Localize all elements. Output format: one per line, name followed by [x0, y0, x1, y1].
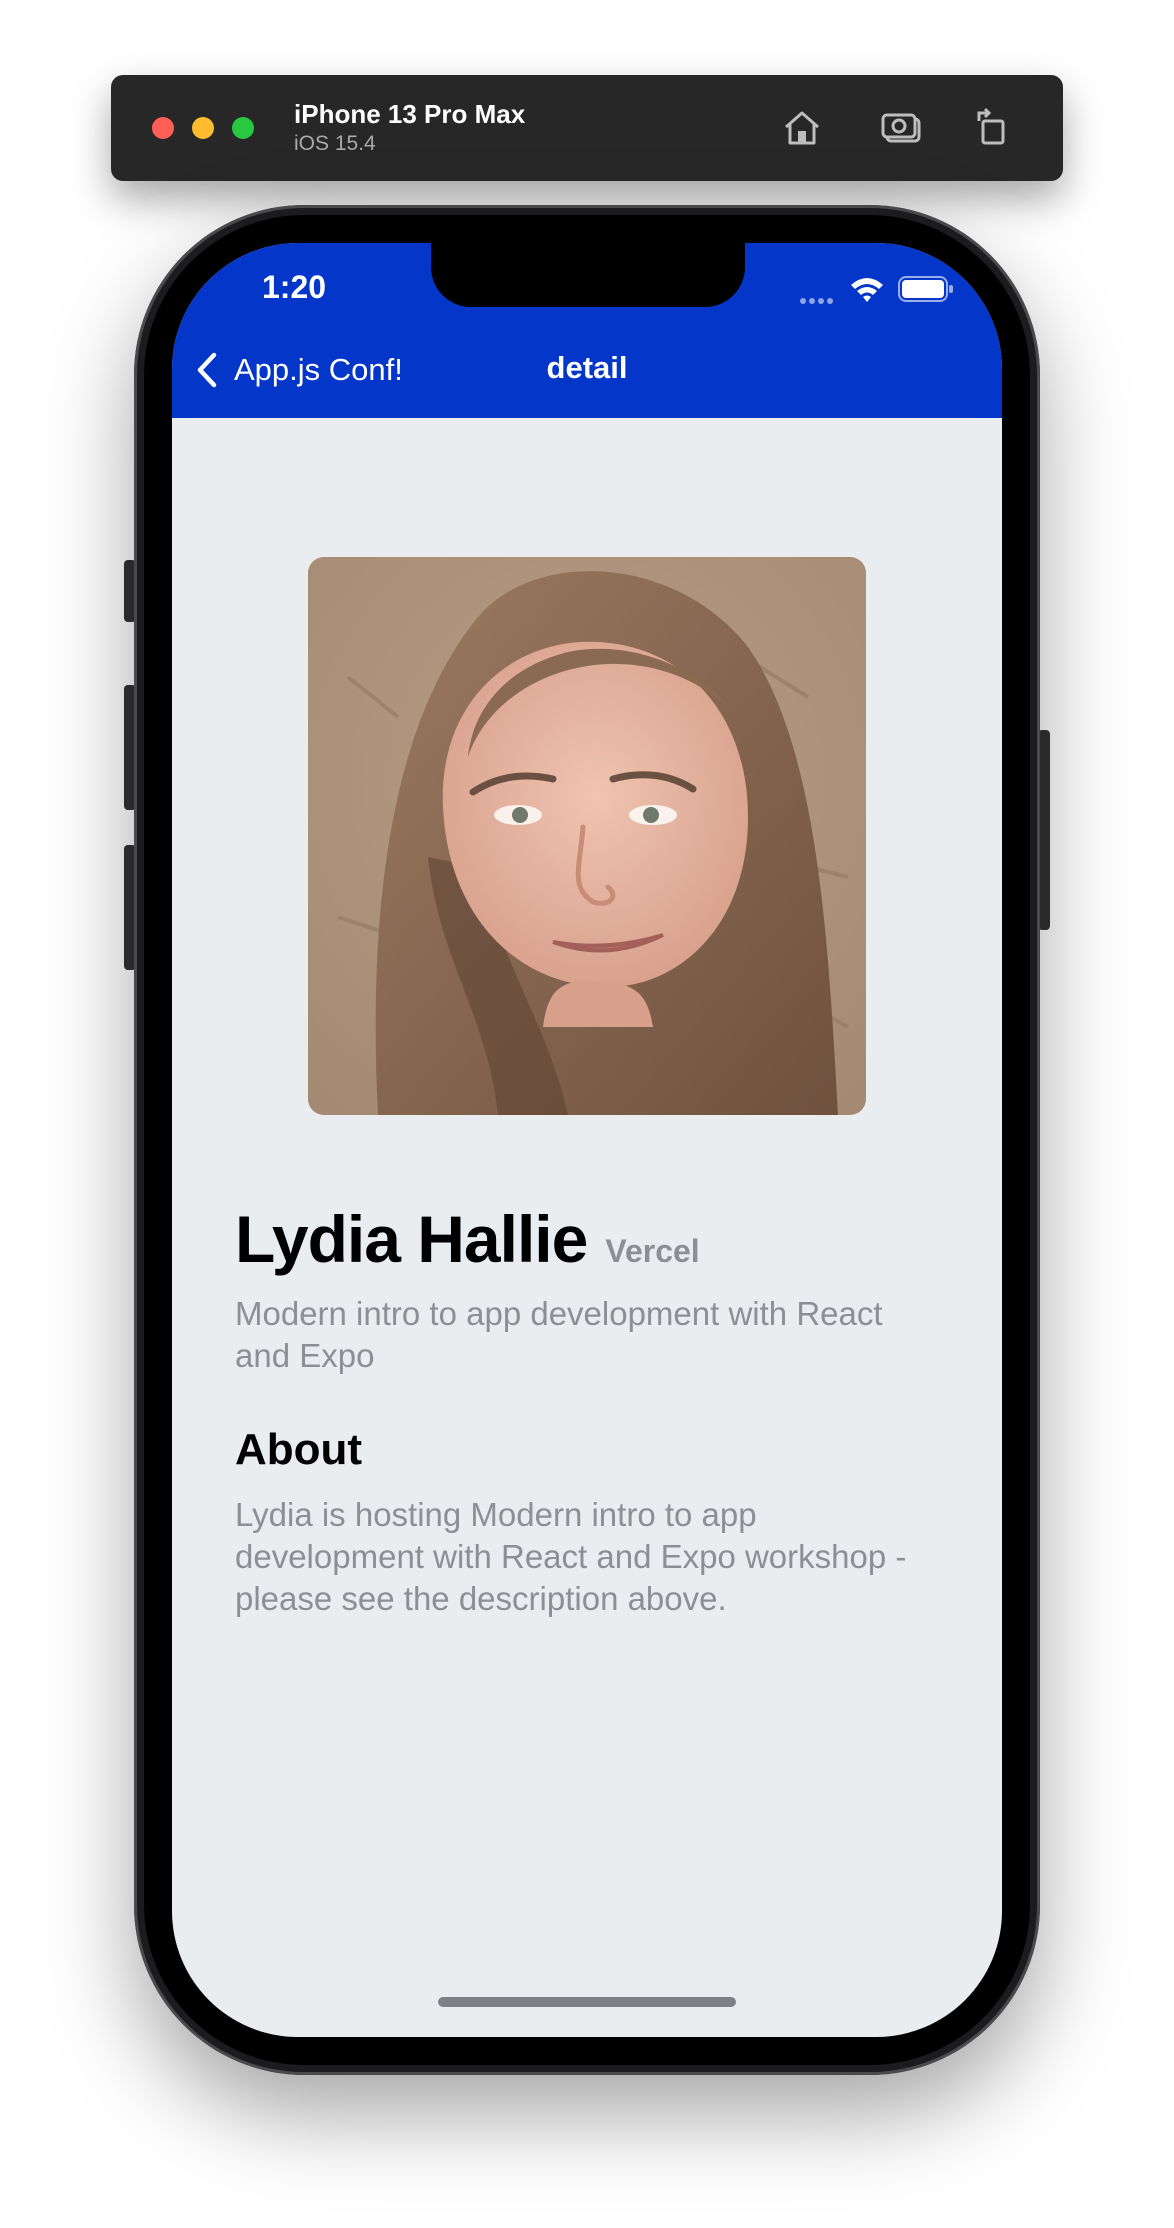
about-heading: About	[235, 1425, 363, 1474]
speaker-header: Lydia Hallie Vercel	[235, 1201, 700, 1277]
phone-frame: 1:20 App.js Conf! detail Lydia Hallie Ve…	[134, 205, 1040, 2075]
notch	[431, 243, 745, 307]
home-indicator[interactable]	[438, 1997, 736, 2007]
device-name: iPhone 13 Pro Max	[294, 99, 526, 129]
rotate-button[interactable]	[967, 103, 1017, 153]
page-title: detail	[546, 350, 628, 385]
cellular-signal-icon	[800, 291, 836, 309]
speaker-company: Vercel	[605, 1233, 700, 1269]
simulator-toolbar: iPhone 13 Pro Max iOS 15.4	[111, 75, 1063, 181]
speaker-portrait-image	[308, 557, 866, 1115]
status-time: 1:20	[262, 269, 327, 305]
rotate-icon	[977, 107, 1005, 145]
speaker-photo	[308, 557, 866, 1115]
close-window-button[interactable]	[152, 117, 174, 139]
os-version: iOS 15.4	[294, 132, 376, 155]
phone-screen: 1:20 App.js Conf! detail Lydia Hallie Ve…	[172, 243, 1002, 2037]
home-button[interactable]	[777, 103, 827, 153]
battery-icon	[898, 276, 953, 302]
home-icon	[785, 111, 819, 145]
about-description: Lydia is hosting Modern intro to app dev…	[235, 1496, 907, 1617]
speaker-name: Lydia Hallie	[235, 1202, 588, 1276]
screenshot-button[interactable]	[877, 103, 927, 153]
camera-icon	[881, 113, 921, 143]
talk-title: Modern intro to app development with Rea…	[235, 1295, 883, 1374]
wifi-icon	[851, 278, 883, 302]
minimize-window-button[interactable]	[192, 117, 214, 139]
zoom-window-button[interactable]	[232, 117, 254, 139]
